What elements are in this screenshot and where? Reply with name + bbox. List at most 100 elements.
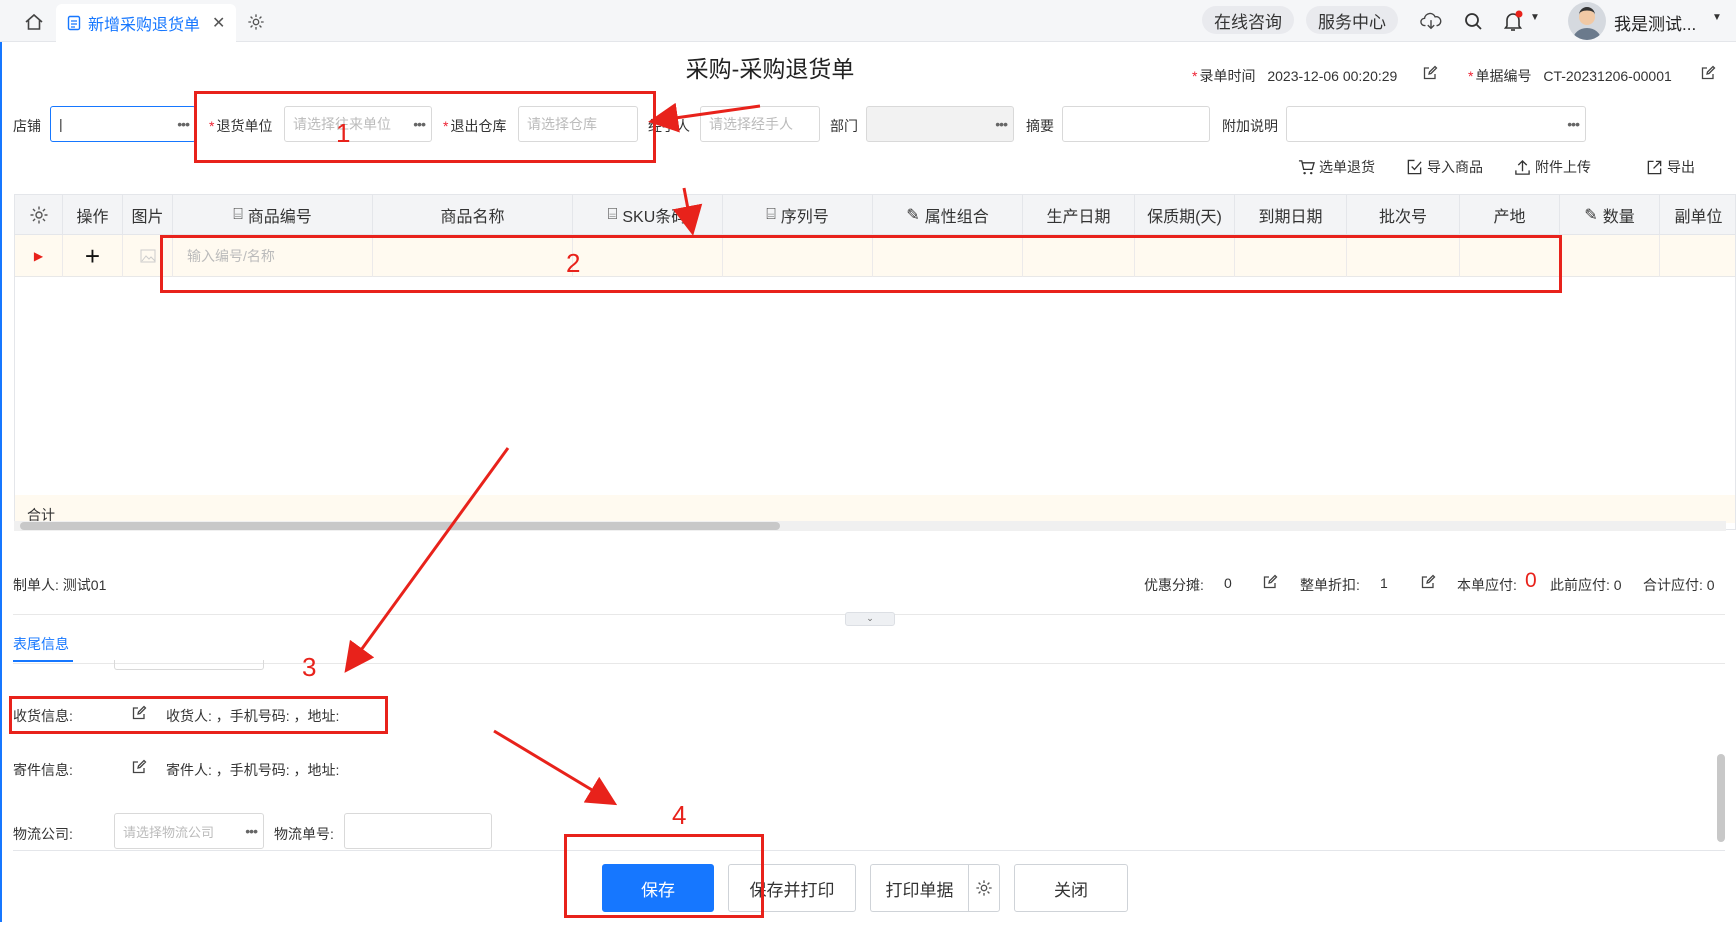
record-time-label: 录单时间	[1199, 68, 1256, 84]
add-row-button[interactable]: +	[63, 235, 123, 277]
import-goods-button[interactable]: 导入商品	[1406, 157, 1483, 177]
edit-discount-icon[interactable]	[1262, 574, 1278, 590]
store-input[interactable]: | •••	[50, 106, 196, 142]
shelf-life-cell[interactable]	[1135, 235, 1235, 277]
pencil-icon: ✎	[906, 207, 920, 224]
tracking-label: 物流单号:	[274, 826, 334, 842]
summary-input[interactable]	[1062, 106, 1210, 142]
dept-input: •••	[866, 106, 1014, 142]
doc-number-value: CT-20231206-00001	[1543, 68, 1672, 84]
home-icon[interactable]	[22, 10, 46, 34]
handler-input[interactable]: 请选择经手人	[700, 106, 820, 142]
logistics-label: 物流公司:	[13, 826, 73, 842]
dept-label: 部门	[830, 118, 858, 134]
tracking-input[interactable]	[344, 813, 492, 849]
sku-cell[interactable]	[573, 235, 723, 277]
scan-icon: ⌸	[766, 206, 776, 223]
user-name[interactable]: 我是测试...	[1614, 10, 1696, 35]
print-doc-button[interactable]: 打印单据	[870, 864, 968, 912]
close-button[interactable]: 关闭	[1014, 864, 1128, 912]
receive-detail: 收货人: ，手机号码: ，地址:	[166, 708, 340, 724]
more-icon[interactable]: •••	[245, 823, 258, 839]
avatar[interactable]	[1568, 2, 1606, 40]
edit-time-icon[interactable]	[1422, 65, 1438, 81]
scrollbar-thumb[interactable]	[20, 522, 780, 530]
tab-footer-info[interactable]: 表尾信息	[13, 634, 69, 654]
grid-settings-icon[interactable]	[15, 195, 63, 235]
serial-cell[interactable]	[723, 235, 873, 277]
tab-new-purchase-return[interactable]: 新增采购退货单 ✕	[56, 4, 236, 42]
collapse-chevron-icon[interactable]: ⌄	[845, 612, 895, 626]
expiry-date-cell[interactable]	[1235, 235, 1347, 277]
col-batch-no: 批次号	[1347, 195, 1460, 235]
col-sub-unit: 副单位	[1674, 209, 1723, 226]
col-expiry-date: 到期日期	[1235, 195, 1347, 235]
edit-send-icon[interactable]	[131, 759, 147, 775]
product-name-cell[interactable]	[373, 235, 573, 277]
more-icon[interactable]: •••	[1567, 116, 1580, 132]
upload-icon	[1515, 159, 1530, 175]
record-time: * 录单时间 2023-12-06 00:20:29	[1192, 68, 1398, 84]
logistics-input[interactable]: 请选择物流公司 •••	[114, 813, 264, 849]
cloud-download-icon[interactable]	[1418, 8, 1444, 34]
user-menu-chevron-icon[interactable]: ▼	[1712, 12, 1722, 23]
more-icon[interactable]: •••	[413, 116, 426, 132]
warehouse-input[interactable]: 请选择仓库	[518, 106, 638, 142]
sub-unit-cell[interactable]	[1660, 235, 1735, 277]
return-unit-input[interactable]: 请选择往来单位 •••	[284, 106, 432, 142]
doc-number-label: 单据编号	[1475, 68, 1532, 84]
arrow-to-box-4	[493, 729, 618, 806]
origin-cell[interactable]	[1460, 235, 1560, 277]
chevron-down-icon[interactable]: ▼	[1530, 12, 1540, 23]
upload-attachment-button[interactable]: 附件上传	[1514, 157, 1591, 177]
image-placeholder-icon[interactable]	[123, 235, 173, 277]
extra-input[interactable]: •••	[1286, 106, 1586, 142]
edit-receive-icon[interactable]	[131, 705, 147, 721]
gear-icon[interactable]	[244, 10, 268, 34]
action-bar	[13, 850, 1725, 925]
product-code-cell-input[interactable]: 输入编号/名称	[173, 235, 373, 277]
attributes-cell[interactable]	[873, 235, 1023, 277]
annotation-label-1: 1	[336, 118, 351, 148]
prev-payable: 此前应付: 0	[1550, 577, 1622, 593]
discount-share-label: 优惠分摊:	[1144, 577, 1204, 593]
save-button[interactable]: 保存	[602, 864, 714, 912]
export-icon	[1647, 160, 1662, 174]
more-icon: •••	[995, 116, 1008, 132]
return-unit-label-text: 退货单位	[216, 118, 273, 134]
search-icon[interactable]	[1460, 8, 1486, 34]
print-settings-icon[interactable]	[968, 864, 1000, 912]
bell-icon[interactable]	[1500, 7, 1526, 35]
save-print-button[interactable]: 保存并打印	[728, 864, 856, 912]
whole-discount-label: 整单折扣:	[1300, 577, 1360, 593]
select-return-label: 选单退货	[1319, 159, 1375, 175]
col-quantity-label: 数量	[1602, 209, 1635, 226]
goods-grid: 操作 图片 ⌸ 商品编号 商品名称 ⌸ SKU条码 ⌸ 序列号 ✎ 属性组合 生产日期 …	[14, 194, 1736, 530]
handler-label: 经手人	[648, 118, 690, 134]
more-icon[interactable]: •••	[177, 116, 190, 132]
select-return-button[interactable]: 选单退货	[1298, 157, 1375, 177]
vertical-scrollbar[interactable]	[1716, 666, 1726, 846]
send-detail: 寄件人: ，手机号码: ，地址:	[166, 762, 340, 778]
online-consult-button[interactable]: 在线咨询	[1202, 6, 1294, 34]
export-button[interactable]: 导出	[1646, 157, 1695, 177]
row-pointer-icon: ▶	[15, 235, 63, 277]
store-cursor: |	[59, 116, 63, 132]
scrollbar-thumb[interactable]	[1717, 754, 1725, 842]
col-attributes-label: 属性组合	[924, 209, 989, 226]
doc-number: * 单据编号 CT-20231206-00001	[1468, 68, 1672, 84]
edit-whole-discount-icon[interactable]	[1420, 574, 1436, 590]
close-tab-icon[interactable]: ✕	[212, 13, 225, 33]
edit-doc-number-icon[interactable]	[1700, 65, 1716, 81]
service-center-button[interactable]: 服务中心	[1306, 6, 1398, 34]
production-date-cell[interactable]	[1023, 235, 1135, 277]
horizontal-scrollbar[interactable]	[14, 521, 1726, 531]
batch-cell[interactable]	[1347, 235, 1460, 277]
col-serial: ⌸ 序列号	[723, 195, 873, 235]
col-product-code-label: 商品编号	[247, 209, 312, 226]
quantity-cell[interactable]	[1560, 235, 1660, 277]
document-icon	[66, 15, 82, 31]
receive-info-label: 收货信息:	[13, 708, 73, 724]
record-time-value: 2023-12-06 00:20:29	[1267, 68, 1398, 84]
payable-value: 0	[1525, 569, 1537, 592]
